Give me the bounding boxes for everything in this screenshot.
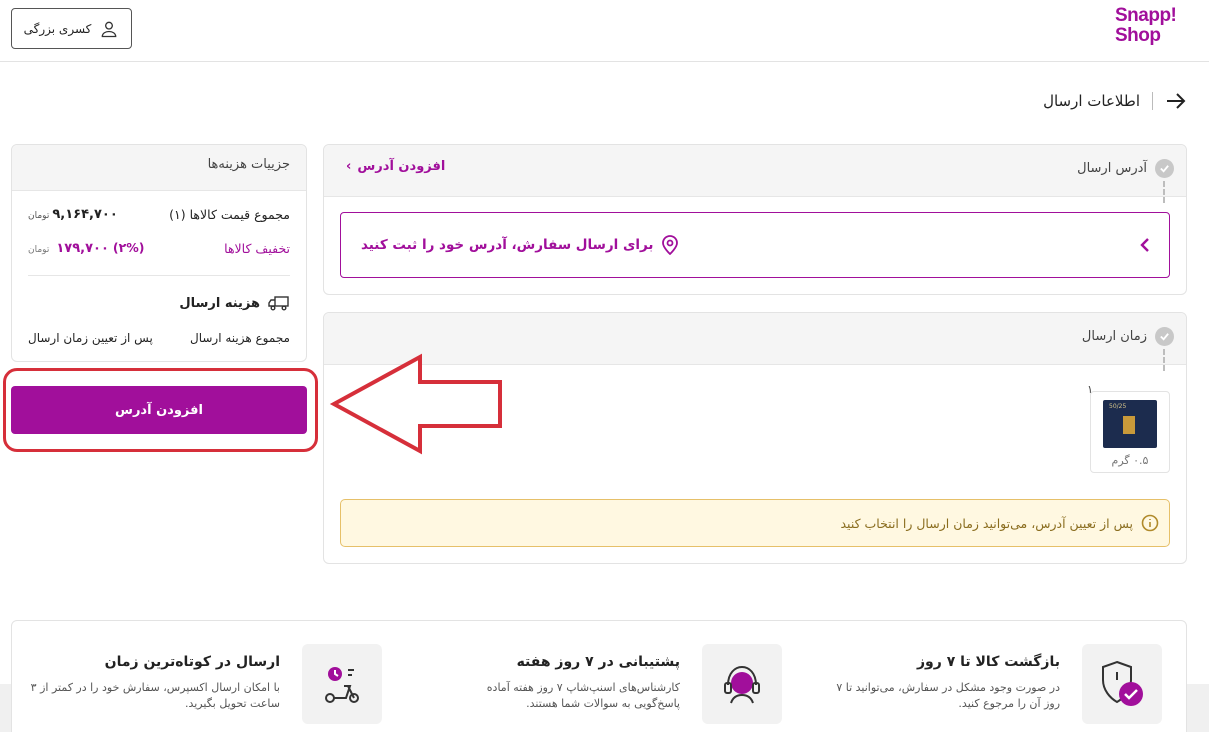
step-connector <box>1163 349 1165 371</box>
gold-bar-image: 50/25 <box>1103 400 1157 448</box>
register-address-box[interactable]: برای ارسال سفارش، آدرس خود را ثبت کنید <box>340 212 1170 278</box>
info-icon <box>1141 514 1159 532</box>
arrow-right-icon[interactable] <box>1165 92 1187 110</box>
delivery-truck-icon <box>268 296 289 311</box>
currency-label: تومان <box>28 211 50 221</box>
items-total-label: مجموع قیمت کالاها (۱) <box>169 207 290 222</box>
page-title: اطلاعات ارسال <box>1043 92 1140 110</box>
cost-details-title: جزییات هزینه‌ها <box>207 157 290 172</box>
fast-delivery-icon-box <box>302 644 382 724</box>
feature-support: پشتیبانی در ۷ روز هفته کارشناس‌های اسنپ‌… <box>440 654 680 712</box>
product-weight: ۰.۵ گرم <box>1111 454 1149 467</box>
chevron-left-icon <box>1140 238 1149 252</box>
logo-line-2: Shop <box>1115 25 1161 46</box>
address-section-title: آدرس ارسال <box>1077 161 1147 176</box>
support-icon-box <box>702 644 782 724</box>
items-total-value: ۹,۱۶۴,۷۰۰ <box>52 207 118 222</box>
user-account-button[interactable]: کسری بزرگی <box>11 8 132 49</box>
shipping-header: هزینه ارسال <box>179 295 290 311</box>
discount-label: تخفیف کالاها <box>224 240 290 256</box>
title-divider <box>1152 92 1153 110</box>
product-thumbnail-card[interactable]: 50/25 ۰.۵ گرم <box>1090 391 1170 473</box>
address-card: آدرس ارسال افزودن آدرس › برای ارسال سفار… <box>323 144 1187 295</box>
add-address-button[interactable]: افزودن آدرس <box>11 386 307 434</box>
gold-bar-label: 50/25 <box>1109 403 1127 410</box>
check-icon <box>1155 327 1174 346</box>
snapp-shop-logo[interactable]: Snapp! Shop <box>1115 6 1187 46</box>
delivery-warning: پس از تعیین آدرس، می‌توانید زمان ارسال ر… <box>340 499 1170 547</box>
step-connector <box>1163 181 1165 203</box>
items-total-value-wrap: ۹,۱۶۴,۷۰۰ تومان <box>28 207 118 222</box>
page-title-bar: اطلاعات ارسال <box>1043 92 1187 110</box>
shipping-total-label: مجموع هزینه ارسال <box>189 331 290 345</box>
chevron-left-icon: › <box>346 159 352 174</box>
location-pin-icon <box>662 235 679 255</box>
currency-label: تومان <box>28 245 50 255</box>
add-address-button-label: افزودن آدرس <box>115 402 203 418</box>
delivery-scooter-icon <box>325 667 359 703</box>
user-name: کسری بزرگی <box>23 21 92 36</box>
discount-value-wrap: (۲%) ۱۷۹,۷۰۰ تومان <box>28 240 144 256</box>
annotation-arrow-icon <box>329 353 502 455</box>
return-policy-icon-box <box>1082 644 1162 724</box>
shield-check-icon <box>1102 660 1143 706</box>
shipping-total-row: مجموع هزینه ارسال پس از تعیین زمان ارسال <box>28 331 290 345</box>
discount-value: ۱۷۹,۷۰۰ <box>56 241 109 256</box>
user-icon <box>102 21 117 37</box>
feature-fast-delivery-desc: با امکان ارسال اکسپرس، سفارش خود را در ک… <box>30 681 280 710</box>
discount-row: تخفیف کالاها (۲%) ۱۷۹,۷۰۰ تومان <box>28 240 290 256</box>
add-address-link[interactable]: افزودن آدرس › <box>346 159 445 174</box>
add-address-link-label: افزودن آدرس <box>357 159 446 174</box>
items-total-row: مجموع قیمت کالاها (۱) ۹,۱۶۴,۷۰۰ تومان <box>28 207 290 222</box>
shipping-total-value: پس از تعیین زمان ارسال <box>28 331 153 345</box>
discount-percent: (۲%) <box>112 240 145 255</box>
feature-fast-delivery-title: ارسال در کوتاه‌ترین زمان <box>104 654 280 670</box>
shipping-title: هزینه ارسال <box>179 295 260 311</box>
feature-return: بازگشت کالا تا ۷ روز در صورت وجود مشکل د… <box>820 654 1060 712</box>
feature-support-title: پشتیبانی در ۷ روز هفته <box>516 654 680 670</box>
headset-icon <box>724 665 760 704</box>
check-icon <box>1155 159 1174 178</box>
register-address-prompt: برای ارسال سفارش، آدرس خود را ثبت کنید <box>361 237 654 253</box>
delivery-section-title: زمان ارسال <box>1081 329 1147 344</box>
feature-support-desc: کارشناس‌های اسنپ‌شاپ ۷ روز هفته آماده پا… <box>486 681 680 710</box>
feature-return-title: بازگشت کالا تا ۷ روز <box>917 654 1060 670</box>
cost-divider <box>28 275 290 276</box>
feature-fast-delivery: ارسال در کوتاه‌ترین زمان با امکان ارسال … <box>30 654 280 712</box>
feature-return-desc: در صورت وجود مشکل در سفارش، می‌توانید تا… <box>836 681 1060 710</box>
gold-bar-inner <box>1123 416 1135 434</box>
delivery-warning-text: پس از تعیین آدرس، می‌توانید زمان ارسال ر… <box>840 515 1134 531</box>
cost-details-card: جزییات هزینه‌ها مجموع قیمت کالاها (۱) ۹,… <box>11 144 307 362</box>
logo-line-1: Snapp! <box>1115 5 1177 26</box>
top-bar <box>0 0 1209 62</box>
